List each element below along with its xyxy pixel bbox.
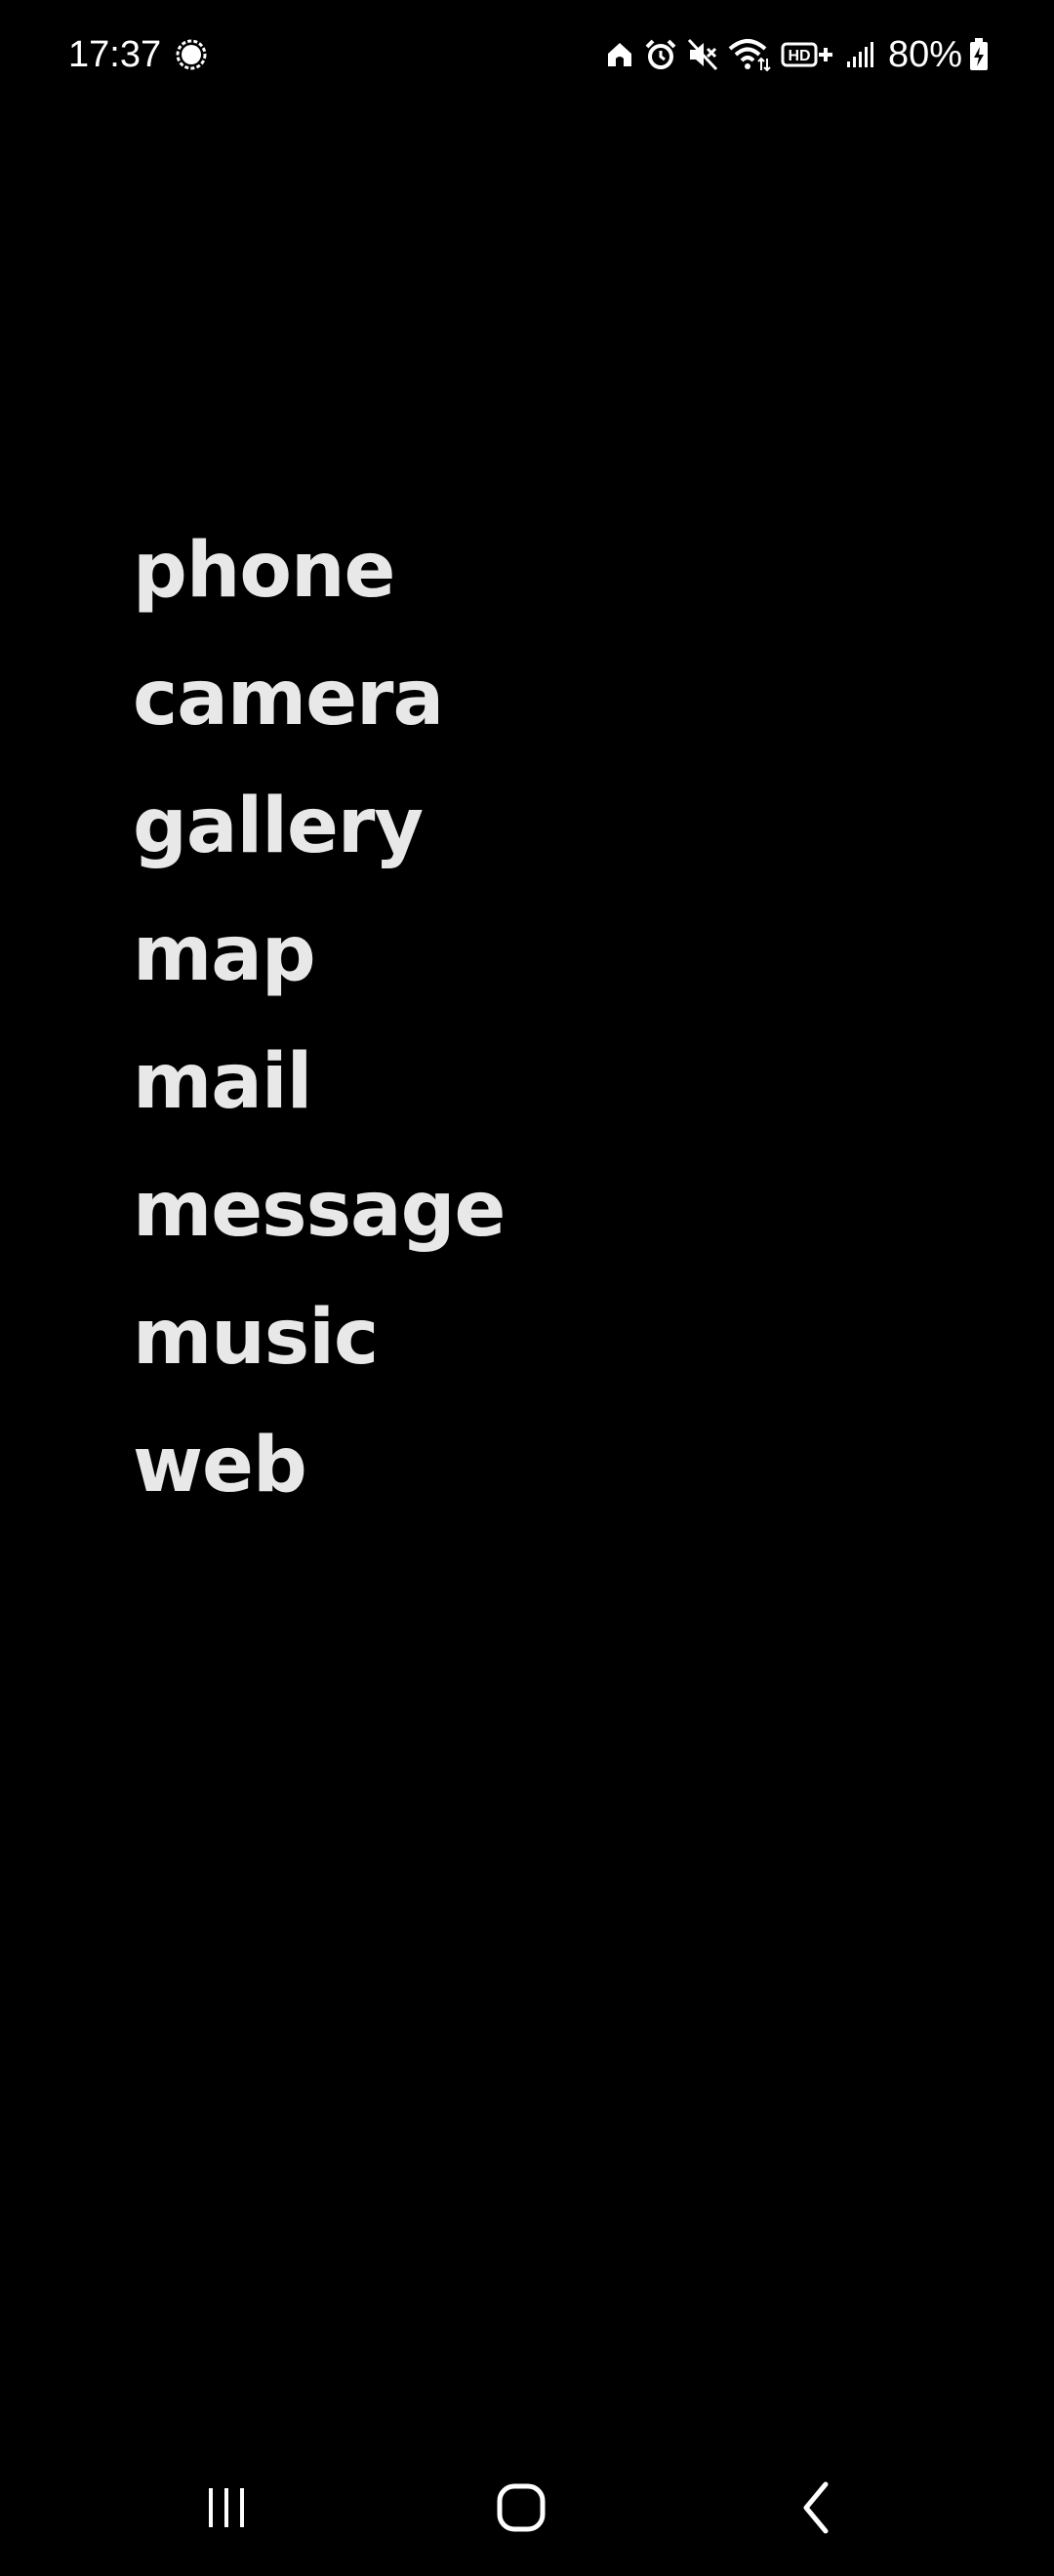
- menu-item-camera[interactable]: camera: [133, 635, 505, 763]
- menu-item-phone[interactable]: phone: [133, 507, 505, 635]
- menu-item-map[interactable]: map: [133, 891, 505, 1019]
- hd-plus-icon: HD: [781, 42, 832, 67]
- menu-item-mail[interactable]: mail: [133, 1019, 505, 1147]
- menu-item-message[interactable]: message: [133, 1147, 506, 1274]
- wifi-icon: [728, 39, 771, 72]
- navigation-bar: [0, 2449, 1054, 2566]
- signal-icon: [846, 42, 873, 67]
- status-time: 17:37: [68, 34, 162, 75]
- alarm-icon: [645, 39, 676, 69]
- status-bar: 17:37 HD 80%: [0, 0, 1054, 109]
- battery-percent: 80%: [887, 34, 962, 75]
- home-button[interactable]: [482, 2469, 560, 2547]
- status-icons: HD 80%: [595, 29, 990, 80]
- home-nav-icon: [497, 2483, 546, 2532]
- chat-bubble-icon: [176, 39, 207, 70]
- menu-item-web[interactable]: web: [133, 1402, 505, 1530]
- home-icon: [607, 43, 631, 66]
- recents-icon: [209, 2488, 244, 2527]
- recents-button[interactable]: [187, 2469, 265, 2547]
- back-icon: [803, 2481, 829, 2534]
- app-menu-list: phone camera gallery map mail message mu…: [133, 507, 506, 1530]
- menu-item-music[interactable]: music: [133, 1274, 505, 1402]
- svg-text:HD: HD: [788, 48, 810, 64]
- mute-icon: [687, 38, 718, 71]
- menu-item-gallery[interactable]: gallery: [133, 763, 505, 891]
- battery-charging-icon: [970, 38, 988, 70]
- back-button[interactable]: [779, 2469, 857, 2547]
